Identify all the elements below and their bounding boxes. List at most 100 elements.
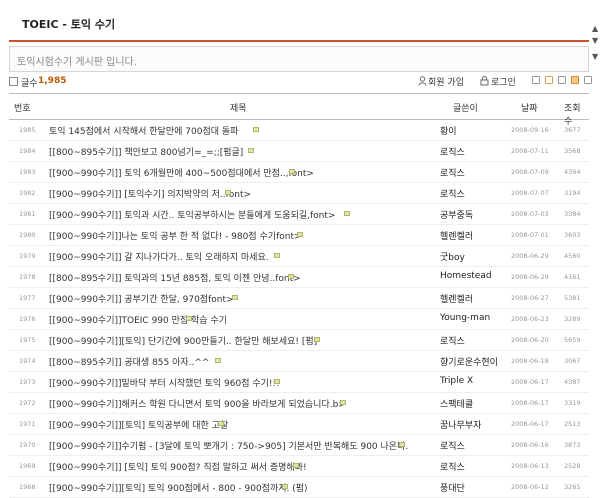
post-number: 1984	[19, 147, 36, 155]
post-views: 3319	[564, 399, 581, 407]
post-author[interactable]: 헬렌켈러	[440, 229, 473, 242]
write-icon[interactable]	[584, 76, 592, 84]
post-author[interactable]: 로직스	[440, 439, 465, 452]
post-title-link[interactable]: [[800~895수기]] 공대생 855 아자..^^	[49, 355, 209, 368]
post-title-link[interactable]: [[900~990수기]][토익] 단기간에 900만들기.. 한달만 해보세요…	[49, 334, 317, 347]
list-item[interactable]: 1976 [[900~990수기]]TOEIC 990 만점 학습 수기 Young…	[9, 308, 589, 330]
post-title-link[interactable]: [[900~990수기]]수기펌 - [3달에 토익 뽀개기 : 750->90…	[49, 439, 408, 452]
list-item[interactable]: 1971 [[900~990수기]][토익] 토익공부에 대한 고찰 꿈나무부자 20…	[9, 413, 589, 435]
list-item[interactable]: 1985 토익 145점에서 시작해서 한달만에 700점대 돌파 황이 2008-0…	[9, 119, 589, 141]
tag-icon[interactable]	[545, 76, 553, 84]
attachment-icon	[253, 127, 259, 132]
archive-icon[interactable]	[558, 76, 566, 84]
post-date: 2008-09-16	[511, 126, 549, 134]
join-link[interactable]: 회원 가입	[428, 75, 464, 88]
post-number: 1969	[19, 462, 36, 470]
attachment-icon	[186, 316, 192, 321]
post-author[interactable]: 헬렌켈러	[440, 292, 473, 305]
post-views: 5381	[564, 294, 581, 302]
post-author[interactable]: 향기로운수현이	[440, 355, 498, 368]
post-title-link[interactable]: [[900~990수기]]해커스 학원 다니면서 토익 900을 바라보게 되었…	[49, 397, 346, 410]
list-icon	[9, 77, 18, 86]
post-title-link[interactable]: [[900~990수기]] [토익] 토익 900점? 직접 말하고 써서 증명…	[49, 460, 307, 473]
post-date: 2008-07-11	[511, 147, 549, 155]
post-title-link[interactable]: [[900~990수기]] 토익과 시간.. 토익공부하시는 분들에게 도움되길…	[49, 208, 335, 221]
info-bar: 글수 1,985 회원 가입 로그인	[9, 74, 592, 90]
post-author[interactable]: 황이	[440, 124, 457, 137]
post-title-link[interactable]: [[800~895수기]] 토익과의 15년 885점, 토익 이젠 안녕..f…	[49, 271, 301, 284]
list-item[interactable]: 1975 [[900~990수기]][토익] 단기간에 900만들기.. 한달만 …	[9, 329, 589, 351]
header-title: 제목	[230, 104, 247, 114]
header-date: 날짜	[521, 104, 538, 114]
post-date: 2008-06-16	[511, 441, 549, 449]
post-author[interactable]: 로직스	[440, 334, 465, 347]
post-title-link[interactable]: [[800~895수기]] 책안보고 800넘기=_=;;[펌글]	[49, 145, 243, 158]
post-date: 2008-06-12	[511, 483, 549, 491]
list-item[interactable]: 1977 [[900~990수기]] 공부기간 한달, 970점font> 헬렌켈러…	[9, 287, 589, 309]
post-title-link[interactable]: [[900~990수기]] [토익수기] 의지박약의 저..font>	[49, 187, 251, 200]
post-author[interactable]: 로직스	[440, 187, 465, 200]
post-title-link[interactable]: [[900~990수기]][토익] 토익공부에 대한 고찰	[49, 418, 228, 431]
post-author[interactable]: 공부중독	[440, 208, 473, 221]
list-item[interactable]: 1973 [[900~990수기]]밑바닥 부터 시작했던 토익 960점 수기!…	[9, 371, 589, 393]
attachment-icon	[218, 421, 224, 426]
login-icon	[480, 76, 489, 86]
attachment-icon	[289, 169, 295, 174]
list-item[interactable]: 1969 [[900~990수기]] [토익] 토익 900점? 직접 말하고 써…	[9, 455, 589, 477]
list-item[interactable]: 1972 [[900~990수기]]해커스 학원 다니면서 토익 900을 바라보…	[9, 392, 589, 414]
post-author[interactable]: 로직스	[440, 145, 465, 158]
post-title-link[interactable]: [[900~990수기]]TOEIC 990 만점 학습 수기	[49, 313, 227, 326]
post-title-link[interactable]: [[900~990수기]] 갈 지나가다가.. 토익 오래하지 마세요.	[49, 250, 269, 263]
post-date: 2008-06-20	[511, 336, 549, 344]
post-number: 1977	[19, 294, 36, 302]
list-item[interactable]: 1968 [[900~990수기]][토익] 토익 900점에서 - 800 - …	[9, 476, 589, 498]
post-author[interactable]: Young-man	[440, 313, 490, 323]
search-icon[interactable]	[532, 76, 540, 84]
scroll-down-arrow-icon[interactable]: ▼	[592, 52, 598, 61]
list-item[interactable]: 1984 [[800~895수기]] 책안보고 800넘기=_=;;[펌글] 로직스…	[9, 140, 589, 162]
post-date: 2008-06-17	[511, 378, 549, 386]
post-date: 2008-06-17	[511, 399, 549, 407]
post-title-link[interactable]: [[900~990수기]] 공부기간 한달, 970점font>	[49, 292, 234, 305]
post-title-link[interactable]: [[900~990수기]][토익] 토익 900점에서 - 800 - 900점…	[49, 481, 308, 494]
post-views: 2528	[564, 462, 581, 470]
post-number: 1973	[19, 378, 36, 386]
post-author[interactable]: Triple X	[440, 376, 473, 386]
list-item[interactable]: 1983 [[900~990수기]] 토익 6개월만에 400~500점대에서 만…	[9, 161, 589, 183]
post-title-link[interactable]: [[900~990수기]]밑바닥 부터 시작했던 토익 960점 수기!!!	[49, 376, 280, 389]
post-author[interactable]: 풍대단	[440, 481, 465, 494]
post-author[interactable]: 꿈나무부자	[440, 418, 481, 431]
scrollbar[interactable]: ▲ ▼ ▼	[592, 0, 600, 480]
list-item[interactable]: 1982 [[900~990수기]] [토익수기] 의지박약의 저..font> 로…	[9, 182, 589, 204]
scroll-up-arrow-icon[interactable]: ▲	[592, 24, 598, 33]
attachment-icon	[248, 148, 254, 153]
post-date: 2008-07-01	[511, 231, 549, 239]
list-item[interactable]: 1974 [[800~895수기]] 공대생 855 아자..^^ 향기로운수현이 2…	[9, 350, 589, 372]
post-date: 2008-06-17	[511, 420, 549, 428]
login-link[interactable]: 로그인	[491, 75, 516, 88]
post-views: 2513	[564, 420, 581, 428]
post-title-link[interactable]: [[900~990수기]] 토익 6개월만에 400~500점대에서 만점..,…	[49, 166, 314, 179]
post-number: 1978	[19, 273, 36, 281]
post-author[interactable]: 스팩테클	[440, 397, 473, 410]
list-item[interactable]: 1981 [[900~990수기]] 토익과 시간.. 토익공부하시는 분들에게 …	[9, 203, 589, 225]
list-item[interactable]: 1979 [[900~990수기]] 갈 지나가다가.. 토익 오래하지 마세요.…	[9, 245, 589, 267]
attachment-icon	[282, 484, 288, 489]
post-title-link[interactable]: [[900~990수기]]나는 토익 공부 한 적 없다! - 980점 수기f…	[49, 229, 302, 242]
list-item[interactable]: 1970 [[900~990수기]]수기펌 - [3달에 토익 뽀개기 : 750…	[9, 434, 589, 456]
post-author[interactable]: 로직스	[440, 166, 465, 179]
post-views: 3194	[564, 189, 581, 197]
list-item[interactable]: 1978 [[800~895수기]] 토익과의 15년 885점, 토익 이젠 안…	[9, 266, 589, 288]
attachment-icon	[399, 442, 405, 447]
attachment-icon	[297, 232, 303, 237]
post-title-link[interactable]: 토익 145점에서 시작해서 한달만에 700점대 돌파	[49, 124, 238, 137]
post-views: 3289	[564, 315, 581, 323]
post-author[interactable]: 굿boy	[440, 250, 465, 263]
post-views: 3873	[564, 441, 581, 449]
post-views: 4394	[564, 168, 581, 176]
rss-icon[interactable]	[571, 76, 579, 84]
post-author[interactable]: 로직스	[440, 460, 465, 473]
list-item[interactable]: 1980 [[900~990수기]]나는 토익 공부 한 적 없다! - 980점…	[9, 224, 589, 246]
scroll-down-arrow-icon[interactable]: ▼	[592, 36, 598, 45]
post-author[interactable]: Homestead	[440, 271, 492, 281]
